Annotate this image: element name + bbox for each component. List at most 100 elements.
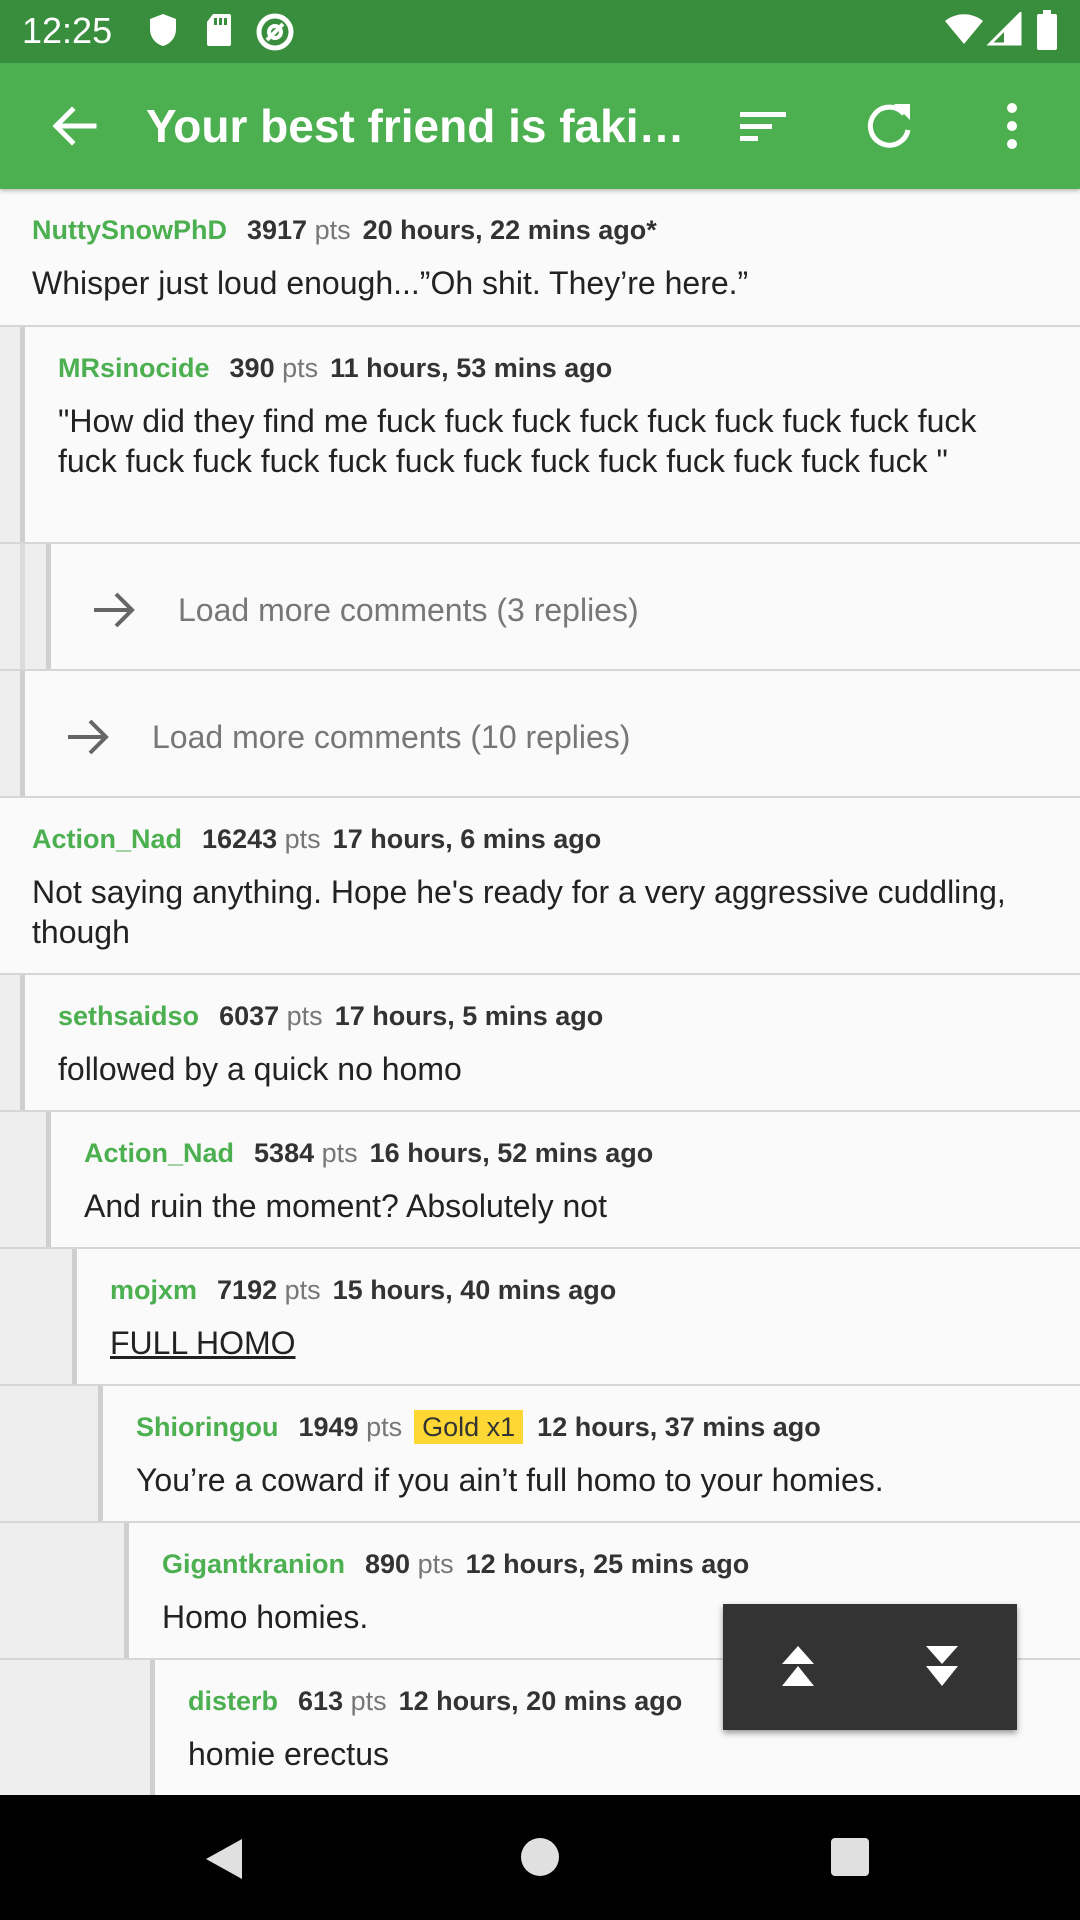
nav-recents-icon[interactable] bbox=[830, 1837, 870, 1877]
indent-gutter bbox=[0, 671, 20, 796]
comment-meta: Gigantkranion 890 pts 12 hours, 25 mins ag… bbox=[162, 1549, 749, 1580]
comment-meta: Action_Nad 16243 pts 17 hours, 6 mins ago bbox=[32, 824, 601, 855]
refresh-icon[interactable] bbox=[860, 96, 920, 156]
comment-time: 11 hours, 53 mins ago bbox=[330, 353, 613, 383]
comment-time: 12 hours, 37 mins ago bbox=[537, 1412, 821, 1442]
points-label: pts bbox=[284, 824, 321, 854]
comment-list[interactable]: NuttySnowPhD 3917 pts 20 hours, 22 mins ag… bbox=[0, 189, 1080, 1795]
indent-gutter bbox=[0, 327, 20, 542]
comment-author[interactable]: mojxm bbox=[110, 1275, 197, 1305]
thread-line bbox=[46, 544, 51, 669]
battery-icon bbox=[1037, 10, 1057, 50]
comment-points: 390 bbox=[229, 353, 275, 383]
signal-icon bbox=[986, 12, 1022, 46]
thread-title: Your best friend is faki… bbox=[146, 100, 685, 152]
arrow-right-icon bbox=[94, 592, 135, 628]
comment-time: 15 hours, 40 mins ago bbox=[332, 1275, 617, 1305]
comment[interactable]: MRsinocide 390 pts 11 hours, 53 mins ago "… bbox=[0, 327, 1080, 544]
comment-author[interactable]: Action_Nad bbox=[84, 1138, 234, 1168]
wifi-icon bbox=[945, 14, 983, 44]
comment-time: 20 hours, 22 mins ago* bbox=[362, 215, 657, 245]
comment-author[interactable]: NuttySnowPhD bbox=[32, 215, 227, 245]
thread-line bbox=[20, 544, 25, 669]
thread-line bbox=[72, 1249, 77, 1384]
comment-time: 12 hours, 20 mins ago bbox=[398, 1686, 683, 1716]
comment-author[interactable]: MRsinocide bbox=[58, 353, 210, 383]
comment-body: followed by a quick no homo bbox=[58, 1051, 462, 1087]
indent-gutter bbox=[0, 975, 20, 1110]
points-label: pts bbox=[284, 1275, 321, 1305]
comment-author[interactable]: Shioringou bbox=[136, 1412, 278, 1442]
indent-gutter bbox=[0, 1386, 98, 1521]
comment-body: And ruin the moment? Absolutely not bbox=[84, 1188, 607, 1224]
thread-line bbox=[20, 327, 25, 542]
comment-meta: disterb 613 pts 12 hours, 20 mins ago bbox=[188, 1686, 682, 1717]
comment-points: 3917 bbox=[247, 215, 308, 245]
indent-gutter-group bbox=[0, 544, 51, 669]
comment-navigation-panel bbox=[723, 1604, 1017, 1730]
status-bar: 12:25 bbox=[0, 0, 1080, 63]
comment-points: 6037 bbox=[219, 1001, 280, 1031]
back-arrow-icon[interactable] bbox=[44, 96, 104, 156]
comment-author[interactable]: Action_Nad bbox=[32, 824, 182, 854]
comment[interactable]: NuttySnowPhD 3917 pts 20 hours, 22 mins ag… bbox=[0, 189, 1080, 327]
points-label: pts bbox=[286, 1001, 323, 1031]
comment-time: 17 hours, 5 mins ago bbox=[334, 1001, 604, 1031]
comment-body: Not saying anything. Hope he's ready for… bbox=[32, 874, 1006, 950]
scroll-down-icon[interactable] bbox=[917, 1642, 967, 1692]
points-label: pts bbox=[350, 1686, 387, 1716]
nav-back-icon[interactable] bbox=[202, 1837, 246, 1881]
app-bar: Your best friend is faki… bbox=[0, 63, 1080, 189]
comment[interactable]: sethsaidso 6037 pts 17 hours, 5 mins ago f… bbox=[0, 975, 1080, 1112]
load-more-comments[interactable]: Load more comments (10 replies) bbox=[0, 671, 1080, 798]
comment-body: You’re a coward if you ain’t full homo t… bbox=[136, 1462, 884, 1498]
comment-body-link[interactable]: FULL HOMO bbox=[110, 1323, 1020, 1363]
shield-icon bbox=[150, 14, 176, 46]
comment-meta: Shioringou 1949 pts Gold x1 12 hours, 37 mi… bbox=[136, 1410, 821, 1444]
comment[interactable]: Action_Nad 16243 pts 17 hours, 6 mins ago … bbox=[0, 798, 1080, 975]
status-time: 12:25 bbox=[22, 10, 113, 51]
comment-time: 16 hours, 52 mins ago bbox=[369, 1138, 654, 1168]
thread-line bbox=[124, 1523, 129, 1658]
comment-body: "How did they find me fuck fuck fuck fuc… bbox=[58, 403, 977, 479]
comment-meta: mojxm 7192 pts 15 hours, 40 mins ago bbox=[110, 1275, 616, 1306]
at-sign-icon bbox=[256, 13, 294, 51]
load-more-label[interactable]: Load more comments (10 replies) bbox=[152, 719, 630, 756]
arrow-right-icon bbox=[68, 719, 109, 755]
scroll-up-icon[interactable] bbox=[773, 1642, 823, 1692]
comment[interactable]: Shioringou 1949 pts Gold x1 12 hours, 37 mi… bbox=[0, 1386, 1080, 1523]
comment-points: 613 bbox=[298, 1686, 344, 1716]
comment-points: 16243 bbox=[202, 824, 278, 854]
thread-line bbox=[20, 975, 25, 1110]
comment-body: homie erectus bbox=[188, 1736, 389, 1772]
comment-author[interactable]: disterb bbox=[188, 1686, 278, 1716]
points-label: pts bbox=[417, 1549, 454, 1579]
thread-line bbox=[98, 1386, 103, 1521]
comment-points: 1949 bbox=[298, 1412, 359, 1442]
comment-time: 17 hours, 6 mins ago bbox=[332, 824, 602, 854]
comment-author[interactable]: sethsaidso bbox=[58, 1001, 199, 1031]
indent-gutter bbox=[0, 1249, 72, 1384]
comment-meta: MRsinocide 390 pts 11 hours, 53 mins ago bbox=[58, 353, 612, 384]
points-label: pts bbox=[321, 1138, 358, 1168]
points-label: pts bbox=[314, 215, 351, 245]
comment-points: 5384 bbox=[254, 1138, 315, 1168]
sort-icon[interactable] bbox=[734, 96, 794, 156]
sd-card-icon bbox=[207, 14, 231, 46]
comment[interactable]: Action_Nad 5384 pts 16 hours, 52 mins ago … bbox=[0, 1112, 1080, 1249]
indent-gutter bbox=[0, 1523, 124, 1658]
nav-home-icon[interactable] bbox=[520, 1837, 560, 1877]
load-more-label[interactable]: Load more comments (3 replies) bbox=[178, 592, 639, 629]
thread-line bbox=[46, 1112, 51, 1247]
load-more-comments[interactable]: Load more comments (3 replies) bbox=[0, 544, 1080, 671]
system-nav-bar bbox=[0, 1795, 1080, 1920]
indent-gutter bbox=[0, 1112, 46, 1247]
comment-points: 7192 bbox=[217, 1275, 278, 1305]
indent-gutter-group bbox=[0, 671, 25, 796]
comment-points: 890 bbox=[365, 1549, 411, 1579]
comment[interactable]: mojxm 7192 pts 15 hours, 40 mins ago FULL … bbox=[0, 1249, 1080, 1386]
gold-badge: Gold x1 bbox=[414, 1410, 524, 1444]
more-vert-icon[interactable] bbox=[982, 96, 1042, 156]
comment-author[interactable]: Gigantkranion bbox=[162, 1549, 345, 1579]
comment-meta: Action_Nad 5384 pts 16 hours, 52 mins ago bbox=[84, 1138, 653, 1169]
